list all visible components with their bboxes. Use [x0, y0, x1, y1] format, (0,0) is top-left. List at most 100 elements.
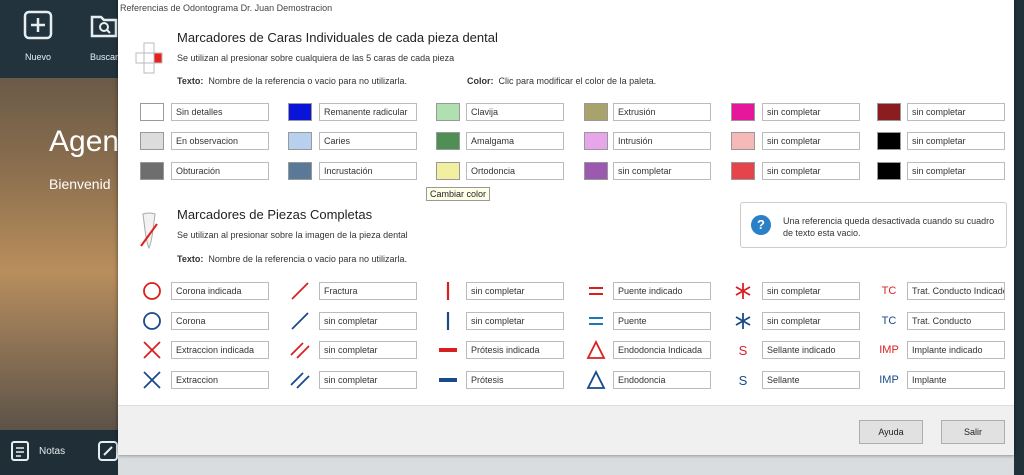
- color-swatch[interactable]: [288, 132, 312, 150]
- piece-label-input[interactable]: Corona: [171, 312, 269, 330]
- nuevo-label: Nuevo: [24, 52, 51, 62]
- triangle-icon: [584, 370, 608, 390]
- imp-text-icon: IMP: [879, 344, 899, 356]
- piece-label-input[interactable]: Fractura: [319, 282, 417, 300]
- color-swatch[interactable]: [436, 103, 460, 121]
- piece-label-input[interactable]: Prótesis: [466, 371, 564, 389]
- piece-label-input[interactable]: Trat. Conducto: [907, 312, 1005, 330]
- equals-icon: [584, 311, 608, 331]
- piece-label-input[interactable]: Implante indicado: [907, 341, 1005, 359]
- color-swatch[interactable]: [877, 132, 901, 150]
- color-swatch[interactable]: [140, 162, 164, 180]
- face-label-input[interactable]: sin completar: [762, 132, 860, 150]
- s-letter-icon: S: [738, 342, 748, 358]
- piece-label-input[interactable]: sin completar: [319, 341, 417, 359]
- asterisk-icon: [731, 281, 755, 301]
- face-label-input[interactable]: Sin detalles: [171, 103, 269, 121]
- color-swatch[interactable]: [140, 103, 164, 121]
- x-cross-icon: [140, 370, 164, 390]
- color-swatch[interactable]: [584, 103, 608, 121]
- piece-label-input[interactable]: sin completar: [466, 282, 564, 300]
- face-label-input[interactable]: Remanente radicular: [319, 103, 417, 121]
- salir-button[interactable]: Salir: [941, 420, 1005, 444]
- piece-label-input[interactable]: Sellante indicado: [762, 341, 860, 359]
- info-text: Una referencia queda desactivada cuando …: [783, 216, 995, 238]
- color-swatch[interactable]: [288, 162, 312, 180]
- tooth-crossed-icon: [140, 212, 158, 250]
- color-hint: Clic para modificar el color de la palet…: [498, 76, 657, 86]
- circle-icon: [140, 281, 164, 301]
- double-slash-icon: [288, 370, 312, 390]
- notas-label[interactable]: Notas: [39, 446, 65, 457]
- face-label-input[interactable]: Amalgama: [466, 132, 564, 150]
- piece-label-input[interactable]: sin completar: [319, 312, 417, 330]
- edit-icon[interactable]: [97, 440, 119, 462]
- face-label-input[interactable]: sin completar: [907, 132, 1005, 150]
- face-label-input[interactable]: sin completar: [613, 162, 711, 180]
- horizontal-bar-icon: [436, 340, 460, 360]
- odontogram-references-dialog: Referencias de Odontograma Dr. Juan Demo…: [118, 0, 1014, 455]
- equals-icon: [584, 281, 608, 301]
- color-swatch[interactable]: [877, 162, 901, 180]
- face-label-input[interactable]: Extrusión: [613, 103, 711, 121]
- face-label-input[interactable]: Clavija: [466, 103, 564, 121]
- change-color-tooltip: Cambiar color: [426, 187, 491, 201]
- face-label-input[interactable]: Caries: [319, 132, 417, 150]
- face-label-input[interactable]: sin completar: [907, 162, 1005, 180]
- dialog-title: Referencias de Odontograma Dr. Juan Demo…: [120, 3, 333, 13]
- slash-icon: [288, 311, 312, 331]
- color-swatch[interactable]: [731, 132, 755, 150]
- imp-text-icon: IMP: [879, 374, 899, 386]
- circle-icon: [140, 311, 164, 331]
- color-swatch[interactable]: [436, 132, 460, 150]
- face-label-input[interactable]: En observacion: [171, 132, 269, 150]
- piece-label-input[interactable]: Endodoncia: [613, 371, 711, 389]
- notes-icon[interactable]: [10, 440, 30, 462]
- faces-text-hint: Texto: Nombre de la referencia o vacio p…: [177, 76, 407, 86]
- piece-label-input[interactable]: Endodoncia Indicada: [613, 341, 711, 359]
- piece-label-input[interactable]: sin completar: [319, 371, 417, 389]
- piece-label-input[interactable]: Corona indicada: [171, 282, 269, 300]
- pieces-section-subtitle: Se utilizan al presionar sobre la imagen…: [177, 230, 408, 240]
- folder-search-icon: [90, 15, 118, 38]
- faces-section-title: Marcadores de Caras Individuales de cada…: [177, 30, 498, 45]
- piece-label-input[interactable]: Sellante: [762, 371, 860, 389]
- piece-label-input[interactable]: sin completar: [466, 312, 564, 330]
- color-swatch[interactable]: [288, 103, 312, 121]
- plus-square-icon: [23, 10, 53, 40]
- piece-label-input[interactable]: Puente indicado: [613, 282, 711, 300]
- face-label-input[interactable]: Obturación: [171, 162, 269, 180]
- color-swatch[interactable]: [877, 103, 901, 121]
- triangle-icon: [584, 340, 608, 360]
- color-swatch[interactable]: [731, 103, 755, 121]
- color-swatch[interactable]: [140, 132, 164, 150]
- face-label-input[interactable]: sin completar: [762, 162, 860, 180]
- faces-section-subtitle: Se utilizan al presionar sobre cualquier…: [177, 53, 455, 63]
- piece-label-input[interactable]: Trat. Conducto Indicado: [907, 282, 1005, 300]
- dialog-footer: Ayuda Salir: [118, 405, 1014, 455]
- color-swatch[interactable]: [584, 132, 608, 150]
- color-swatch[interactable]: [731, 162, 755, 180]
- tc-text-icon: TC: [881, 285, 897, 297]
- color-swatch[interactable]: [584, 162, 608, 180]
- piece-label-input[interactable]: Extraccion: [171, 371, 269, 389]
- piece-label-input[interactable]: Prótesis indicada: [466, 341, 564, 359]
- piece-label-input[interactable]: sin completar: [762, 312, 860, 330]
- face-label-input[interactable]: sin completar: [907, 103, 1005, 121]
- piece-label-input[interactable]: Puente: [613, 312, 711, 330]
- color-swatch[interactable]: [436, 162, 460, 180]
- piece-label-input[interactable]: Extraccion indicada: [171, 341, 269, 359]
- face-label-input[interactable]: Incrustación: [319, 162, 417, 180]
- nuevo-button[interactable]: Nuevo: [18, 10, 58, 62]
- color-label: Color:: [467, 76, 494, 86]
- vertical-bar-icon: [436, 281, 460, 301]
- face-label-input[interactable]: sin completar: [762, 103, 860, 121]
- face-label-input[interactable]: Ortodoncia: [466, 162, 564, 180]
- piece-label-input[interactable]: sin completar: [762, 282, 860, 300]
- piece-label-input[interactable]: Implante: [907, 371, 1005, 389]
- ayuda-button[interactable]: Ayuda: [859, 420, 923, 444]
- sidebar-bottom-bar: Notas: [0, 430, 123, 475]
- face-label-input[interactable]: Intrusión: [613, 132, 711, 150]
- background-right-strip: [1014, 0, 1024, 475]
- tooth-faces-icon: [135, 42, 163, 74]
